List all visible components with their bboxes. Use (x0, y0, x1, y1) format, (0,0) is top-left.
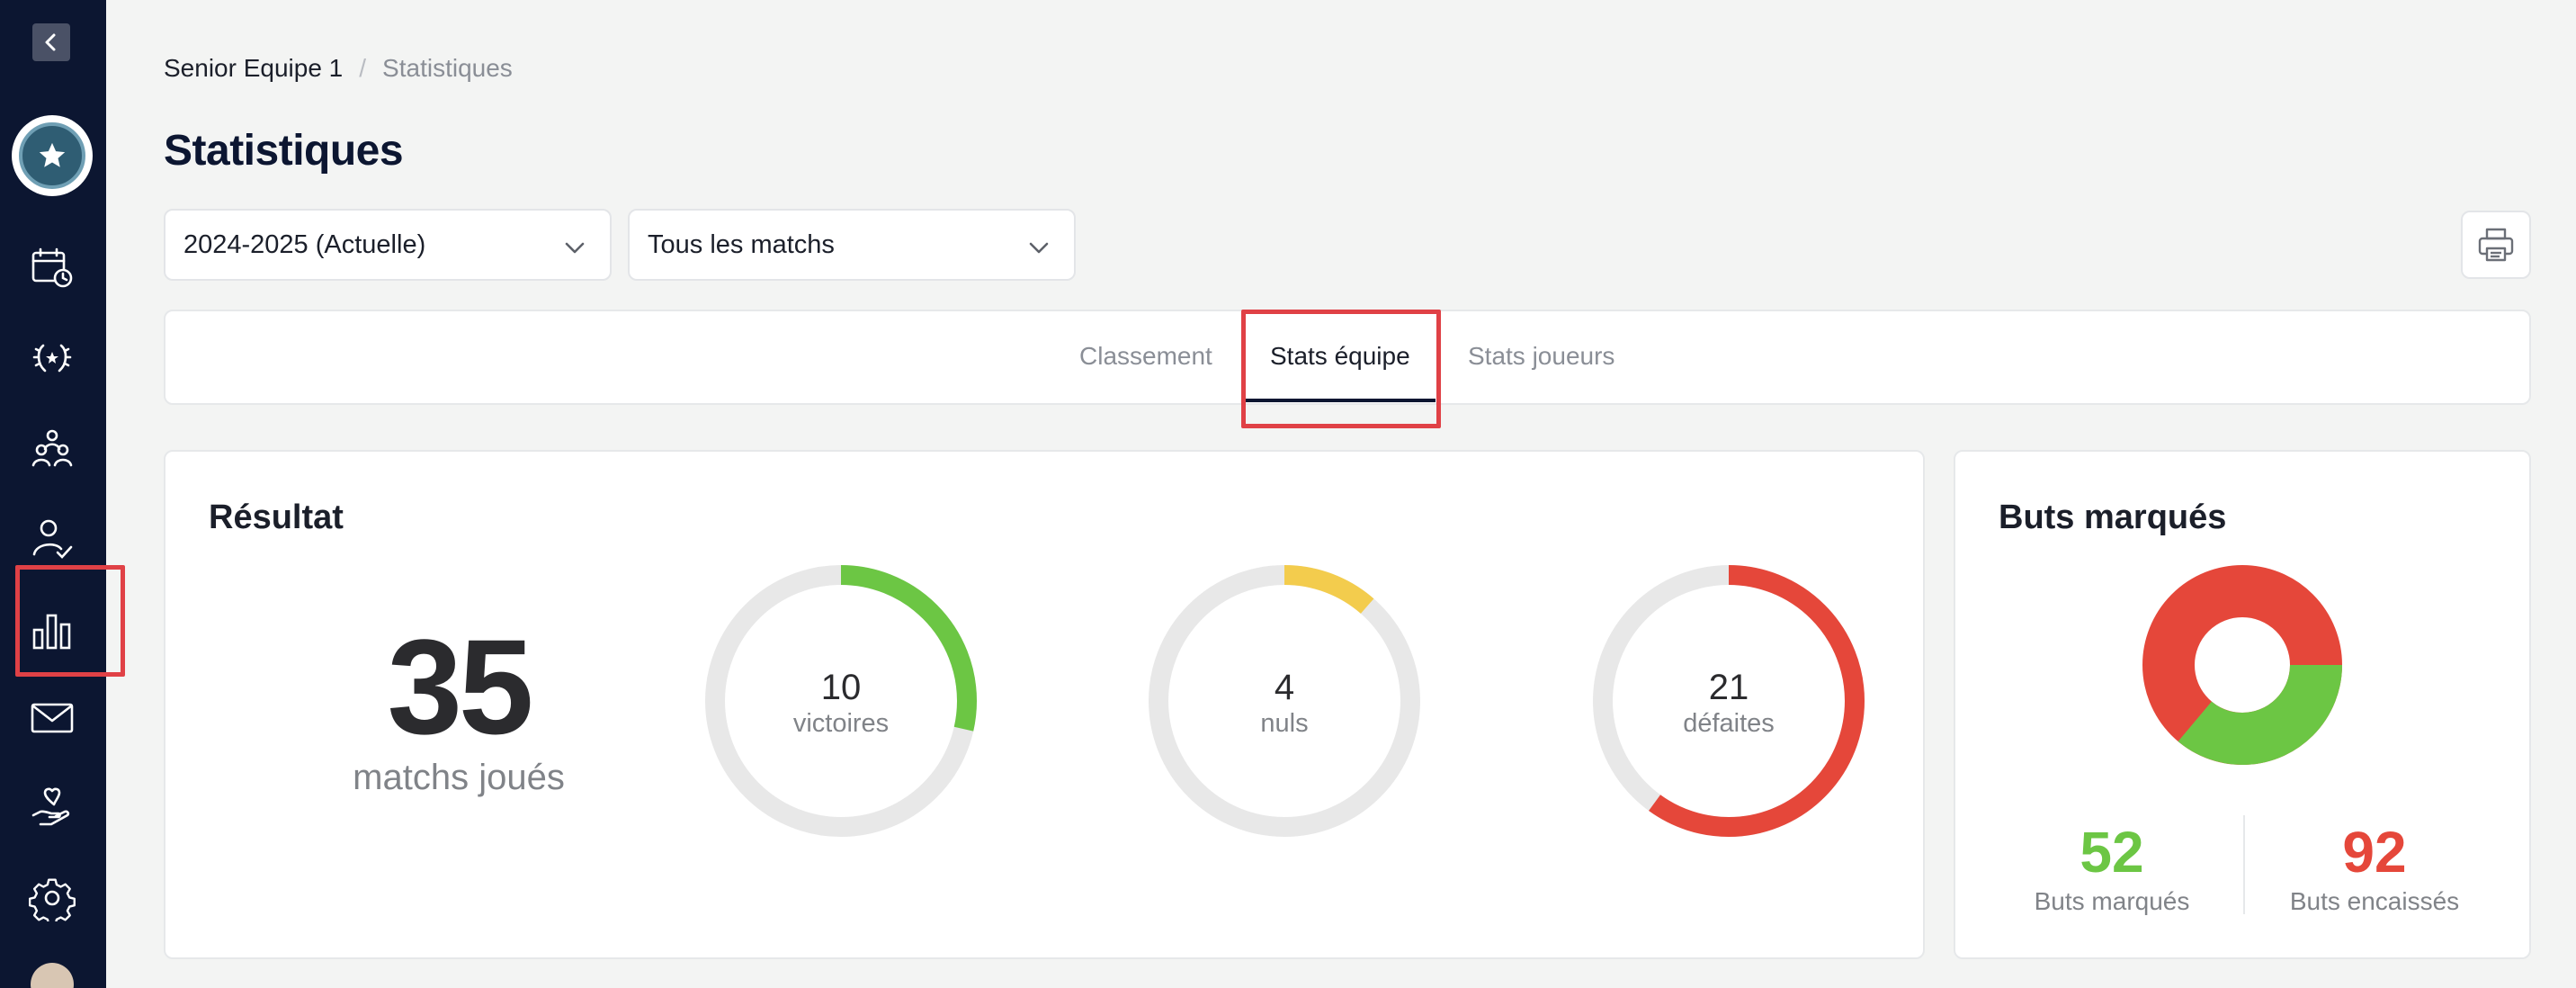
team-icon (31, 429, 73, 467)
goals-divider (2243, 815, 2245, 914)
mail-icon (31, 703, 74, 733)
goals-donut (2142, 565, 2342, 765)
hand-heart-icon (31, 787, 70, 826)
draws-value: 4 (1274, 668, 1295, 707)
sidebar-item-settings[interactable] (20, 866, 85, 930)
result-card-title: Résultat (209, 498, 344, 536)
sidebar-item-calendar[interactable] (20, 236, 85, 301)
sidebar-statistics-highlight (15, 565, 125, 677)
tab-classement[interactable]: Classement (1079, 342, 1212, 371)
player-check-icon (32, 519, 73, 559)
gear-icon (29, 878, 76, 921)
goals-conceded-value: 92 (2342, 820, 2407, 885)
season-select-value: 2024-2025 (Actuelle) (183, 229, 426, 259)
calendar-icon (31, 247, 73, 288)
sidebar-item-messages[interactable] (20, 686, 85, 750)
goals-conceded-label: Buts encaissés (2289, 887, 2460, 915)
print-button[interactable] (2461, 211, 2531, 279)
breadcrumb-team-link[interactable]: Senior Equipe 1 (164, 54, 343, 83)
printer-icon (2478, 228, 2514, 262)
collapse-sidebar-button[interactable] (32, 23, 70, 61)
wins-value: 10 (820, 668, 862, 707)
breadcrumb: Senior Equipe 1 / Statistiques (164, 54, 513, 83)
losses-label: défaites (1683, 709, 1775, 738)
draws-label: nuls (1260, 709, 1309, 738)
breadcrumb-current: Statistiques (382, 54, 513, 82)
user-avatar[interactable] (31, 963, 74, 988)
sidebar-item-competitions[interactable] (20, 326, 85, 391)
matches-played-label: matchs joués (353, 758, 565, 797)
breadcrumb-separator: / (359, 54, 367, 82)
club-logo[interactable] (12, 115, 93, 196)
wins-label: victoires (792, 709, 890, 738)
tab-stats-joueurs[interactable]: Stats joueurs (1468, 342, 1614, 371)
sidebar-item-team[interactable] (20, 416, 85, 481)
sidebar-item-players[interactable] (20, 506, 85, 570)
tab-stats-equipe-highlight (1241, 310, 1441, 428)
matches-played-value: 35 (387, 611, 534, 762)
chevron-down-icon (565, 242, 585, 254)
sidebar (0, 0, 106, 988)
losses-value: 21 (1708, 668, 1749, 707)
goals-scored-label: Buts marqués (2034, 887, 2190, 915)
trophy-laurel-icon (32, 344, 72, 373)
goals-scored-value: 52 (2080, 820, 2144, 885)
matches-select[interactable]: Tous les matchs (628, 209, 1076, 281)
chevron-down-icon (1029, 242, 1049, 254)
star-icon (39, 142, 66, 167)
chevron-left-icon (45, 33, 56, 51)
page-title: Statistiques (164, 127, 404, 175)
season-select[interactable]: 2024-2025 (Actuelle) (164, 209, 612, 281)
sidebar-item-sponsors[interactable] (20, 776, 85, 840)
matches-select-value: Tous les matchs (648, 229, 835, 259)
goals-card-title: Buts marqués (1999, 498, 2227, 536)
